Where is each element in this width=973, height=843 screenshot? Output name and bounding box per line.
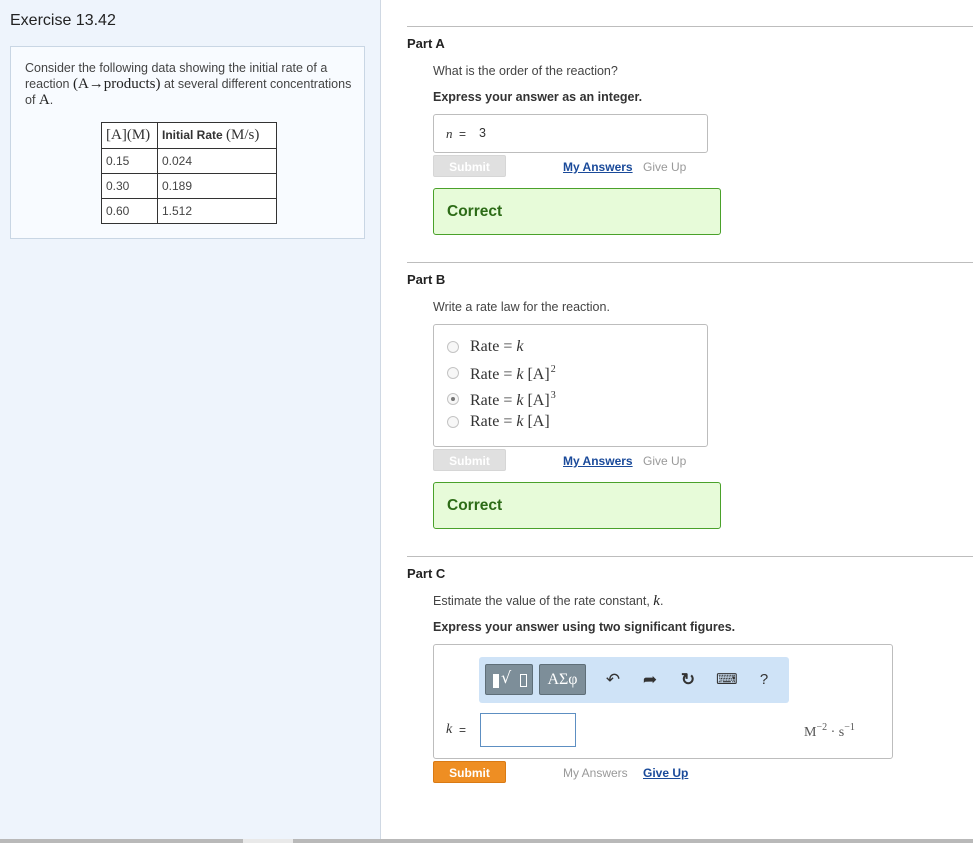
problem-text: Consider the following data showing the … [25, 60, 355, 108]
table-cell-rate: 0.024 [157, 148, 277, 174]
table-header-rate: Initial Rate (M/s) [157, 122, 277, 149]
rate-constant-input[interactable] [480, 713, 576, 747]
part-a-my-answers-link[interactable]: My Answers [563, 160, 633, 174]
option-label: Rate = k [A]2 [470, 364, 556, 383]
exercise-title: Exercise 13.42 [10, 12, 116, 29]
part-b-title: Part B [407, 272, 446, 287]
table-row: 0.15 0.024 [101, 148, 277, 174]
sqrt-icon: √ [501, 668, 512, 687]
table-row: 0.30 0.189 [101, 173, 277, 199]
correct-label: Correct [447, 203, 503, 220]
table-cell-concentration: 0.30 [101, 173, 158, 199]
part-a-answer-field[interactable]: n = 3 [433, 114, 708, 153]
redo-icon[interactable]: ➦ [640, 670, 660, 690]
part-c-answer-area: √ ΑΣφ ↶ ➦ ↻ ⌨ ? k = M−2 · s−1 [433, 644, 893, 759]
template-block-icon [493, 674, 499, 688]
option-label: Rate = k [470, 338, 524, 355]
table-cell-rate: 1.512 [157, 198, 277, 224]
reaction-formula: (A→products) [72, 76, 161, 92]
problem-intro-3: . [49, 93, 54, 107]
rate-data-table: [A](M) Initial Rate (M/s) 0.15 0.024 0.3… [101, 122, 277, 224]
part-b-options-box: Rate = k Rate = k [A]2 Rate = k [A]3 Rat… [433, 324, 708, 447]
table-cell-concentration: 0.15 [101, 148, 158, 174]
answer-value: 3 [479, 126, 486, 140]
question-variable: k [653, 593, 660, 609]
part-b-feedback: Correct [433, 482, 721, 529]
exercise-panel: Exercise 13.42 Consider the following da… [0, 0, 381, 840]
math-toolbar: √ ΑΣφ ↶ ➦ ↻ ⌨ ? [479, 657, 789, 703]
table-cell-concentration: 0.60 [101, 198, 158, 224]
part-c-give-up-link[interactable]: Give Up [643, 766, 688, 780]
reset-icon[interactable]: ↻ [678, 670, 698, 690]
table-row: 0.60 1.512 [101, 198, 277, 224]
part-c-my-answers-link[interactable]: My Answers [563, 766, 628, 780]
part-b-give-up-link[interactable]: Give Up [643, 454, 686, 468]
answer-variable: k [446, 722, 453, 737]
answer-variable: n [446, 126, 453, 141]
radio-button[interactable] [447, 367, 459, 379]
radio-button[interactable] [447, 416, 459, 428]
table-cell-rate: 0.189 [157, 173, 277, 199]
radio-button[interactable] [447, 341, 459, 353]
option-label: Rate = k [A]3 [470, 390, 556, 409]
table-header-row: [A](M) Initial Rate (M/s) [101, 122, 277, 149]
part-a-submit-button[interactable]: Submit [433, 155, 506, 177]
horizontal-scrollbar[interactable] [0, 839, 973, 843]
equals-sign: = [459, 127, 467, 141]
equals-sign: = [459, 723, 467, 737]
part-b-my-answers-link[interactable]: My Answers [563, 454, 633, 468]
part-b-divider [407, 262, 973, 263]
greek-symbols-button[interactable]: ΑΣφ [539, 664, 586, 695]
scrollbar-thumb[interactable] [243, 839, 293, 843]
part-b-question: Write a rate law for the reaction. [433, 300, 610, 314]
part-a-give-up-link[interactable]: Give Up [643, 160, 686, 174]
problem-statement-box: Consider the following data showing the … [10, 46, 365, 239]
undo-icon[interactable]: ↶ [603, 670, 623, 690]
part-c-question: Estimate the value of the rate constant,… [433, 593, 664, 609]
radio-button-selected[interactable] [447, 393, 459, 405]
part-c-instruction: Express your answer using two significan… [433, 620, 736, 634]
table-header-concentration: [A](M) [101, 122, 158, 149]
option-label: Rate = k [A] [470, 413, 550, 430]
species-symbol: A [38, 92, 50, 108]
help-icon[interactable]: ? [754, 670, 774, 690]
part-a-divider [407, 26, 973, 27]
part-c-divider [407, 556, 973, 557]
templates-button[interactable]: √ [485, 664, 533, 695]
template-box-icon [520, 674, 527, 687]
part-b-submit-button[interactable]: Submit [433, 449, 506, 471]
correct-label: Correct [447, 497, 503, 514]
part-a-instruction: Express your answer as an integer. [433, 90, 643, 104]
part-a-question: What is the order of the reaction? [433, 64, 618, 78]
keyboard-icon[interactable]: ⌨ [716, 670, 738, 690]
part-a-title: Part A [407, 36, 445, 51]
part-c-submit-button[interactable]: Submit [433, 761, 506, 783]
part-c-title: Part C [407, 566, 446, 581]
units-label: M−2 · s−1 [804, 722, 855, 740]
part-a-feedback: Correct [433, 188, 721, 235]
